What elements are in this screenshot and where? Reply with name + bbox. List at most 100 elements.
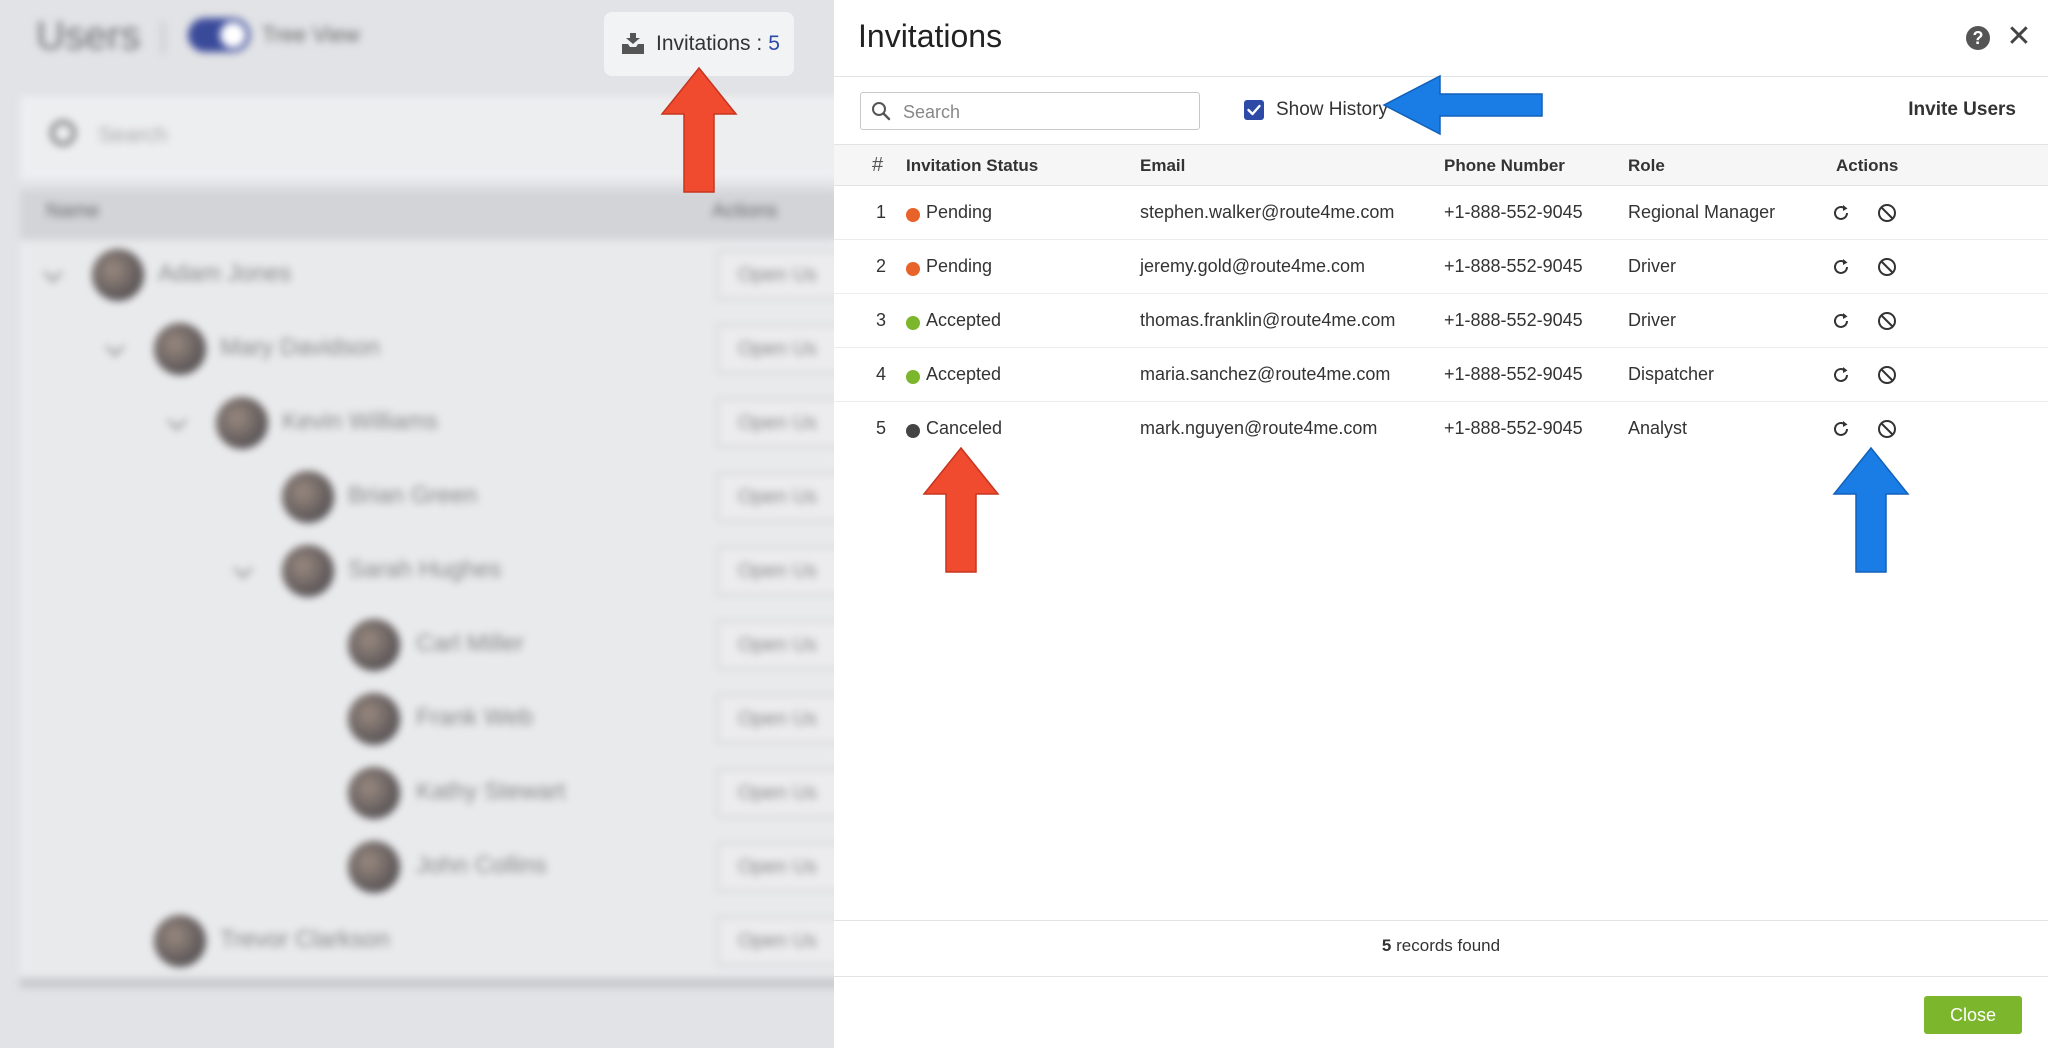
divider [834, 976, 2048, 977]
invitations-modal: Invitations ? ✕ Show History Invite User… [834, 0, 2048, 1048]
search-input[interactable] [903, 99, 1183, 125]
table-row[interactable]: 3 Accepted thomas.franklin@route4me.com … [834, 294, 2048, 348]
status-dot [906, 424, 920, 438]
email-cell: stephen.walker@route4me.com [1140, 202, 1395, 222]
open-user-button[interactable]: Open Us [716, 472, 834, 522]
chevron-down-icon[interactable] [105, 337, 125, 357]
role-cell: Regional Manager [1628, 202, 1776, 222]
email-cell: mark.nguyen@route4me.com [1140, 418, 1378, 438]
resend-refresh-icon[interactable] [1830, 202, 1852, 224]
chevron-down-icon[interactable] [233, 559, 253, 579]
chevron-down-icon[interactable] [43, 263, 63, 283]
phone-cell: +1-888-552-9045 [1444, 364, 1583, 384]
show-history-label[interactable]: Show History [1276, 99, 1388, 121]
users-page-background: Users Tree View Search Name Actions Adam… [0, 0, 834, 1048]
records-label: records found [1396, 936, 1501, 955]
resend-refresh-icon[interactable] [1830, 418, 1852, 440]
user-name: Sarah Hughes [348, 556, 502, 583]
invite-users-button[interactable]: Invite Users [1908, 99, 2016, 121]
column-email[interactable]: Email [1140, 156, 1185, 176]
modal-title: Invitations [858, 18, 1003, 54]
status-dot [906, 316, 920, 330]
user-row[interactable]: Kevin Williams Open Us [20, 386, 834, 460]
column-invitation-status[interactable]: Invitation Status [906, 156, 1038, 176]
table-row[interactable]: 1 Pending stephen.walker@route4me.com +1… [834, 186, 2048, 240]
column-actions: Actions [712, 200, 778, 222]
user-name: Brian Green [348, 482, 478, 509]
scrollbar[interactable] [20, 978, 834, 988]
user-row[interactable]: Sarah Hughes Open Us [20, 534, 834, 608]
avatar [348, 767, 400, 819]
resend-refresh-icon[interactable] [1830, 310, 1852, 332]
user-name: Adam Jones [158, 260, 292, 287]
user-name: Carl Miller [416, 630, 524, 657]
column-name: Name [46, 200, 100, 222]
table-row[interactable]: 4 Accepted maria.sanchez@route4me.com +1… [834, 348, 2048, 402]
user-row[interactable]: Mary Davidson Open Us [20, 312, 834, 386]
open-user-button[interactable]: Open Us [716, 620, 834, 670]
user-row[interactable]: Trevor Clarkson Open Us [20, 904, 834, 978]
table-header: # Invitation Status Email Phone Number R… [834, 144, 2048, 186]
cancel-ban-icon[interactable] [1876, 310, 1898, 332]
user-row[interactable]: Brian Green Open Us [20, 460, 834, 534]
user-row[interactable]: Frank Web Open Us [20, 682, 834, 756]
row-number: 5 [875, 418, 886, 438]
divider [834, 920, 2048, 921]
resend-refresh-icon[interactable] [1830, 256, 1852, 278]
open-user-button[interactable]: Open Us [716, 842, 834, 892]
column-phone-number[interactable]: Phone Number [1444, 156, 1565, 176]
cancel-ban-icon[interactable] [1876, 202, 1898, 224]
phone-cell: +1-888-552-9045 [1444, 310, 1583, 330]
close-button[interactable]: Close [1924, 996, 2022, 1034]
user-row[interactable]: Kathy Stewart Open Us [20, 756, 834, 830]
open-user-button[interactable]: Open Us [716, 694, 834, 744]
avatar [282, 545, 334, 597]
records-count: 5 [1381, 936, 1392, 955]
status-text: Accepted [926, 310, 1002, 330]
records-found: 5 records found [834, 936, 2048, 956]
email-cell: maria.sanchez@route4me.com [1140, 364, 1391, 384]
resend-refresh-icon[interactable] [1830, 364, 1852, 386]
chevron-down-icon[interactable] [167, 411, 187, 431]
help-icon[interactable]: ? [1966, 26, 1990, 50]
column-role[interactable]: Role [1628, 156, 1665, 176]
table-row[interactable]: 2 Pending jeremy.gold@route4me.com +1-88… [834, 240, 2048, 294]
email-cell: thomas.franklin@route4me.com [1140, 310, 1396, 330]
phone-cell: +1-888-552-9045 [1444, 256, 1583, 276]
status-text: Canceled [926, 418, 1003, 438]
search-field[interactable] [860, 92, 1200, 130]
user-row[interactable]: Adam Jones Open Us [20, 238, 834, 312]
red-up-arrow-annotation [922, 446, 1000, 573]
user-name: Kathy Stewart [416, 778, 566, 805]
user-name: Frank Web [416, 704, 533, 731]
divider [162, 22, 164, 54]
cancel-ban-icon[interactable] [1876, 418, 1898, 440]
user-name: Trevor Clarkson [220, 926, 390, 953]
open-user-button[interactable]: Open Us [716, 250, 834, 300]
row-number: 2 [875, 256, 886, 276]
users-search-placeholder: Search [98, 122, 168, 147]
user-row[interactable]: Carl Miller Open Us [20, 608, 834, 682]
cancel-ban-icon[interactable] [1876, 364, 1898, 386]
status-text: Accepted [926, 364, 1002, 384]
user-name: Kevin Williams [282, 408, 439, 435]
search-icon [872, 102, 891, 121]
tree-view-toggle[interactable] [188, 18, 250, 52]
open-user-button[interactable]: Open Us [716, 768, 834, 818]
cancel-ban-icon[interactable] [1876, 256, 1898, 278]
open-user-button[interactable]: Open Us [716, 324, 834, 374]
phone-cell: +1-888-552-9045 [1444, 202, 1583, 222]
avatar [348, 693, 400, 745]
close-icon[interactable]: ✕ [2004, 22, 2034, 52]
checkmark-icon [1247, 104, 1261, 116]
open-user-button[interactable]: Open Us [716, 546, 834, 596]
column-actions: Actions [1836, 156, 1899, 175]
open-user-button[interactable]: Open Us [716, 916, 834, 966]
open-user-button[interactable]: Open Us [716, 398, 834, 448]
avatar [348, 619, 400, 671]
show-history-checkbox[interactable] [1244, 100, 1264, 120]
avatar [154, 915, 206, 967]
role-cell: Analyst [1628, 418, 1688, 438]
user-row[interactable]: John Collins Open Us [20, 830, 834, 904]
user-name: John Collins [416, 852, 547, 879]
